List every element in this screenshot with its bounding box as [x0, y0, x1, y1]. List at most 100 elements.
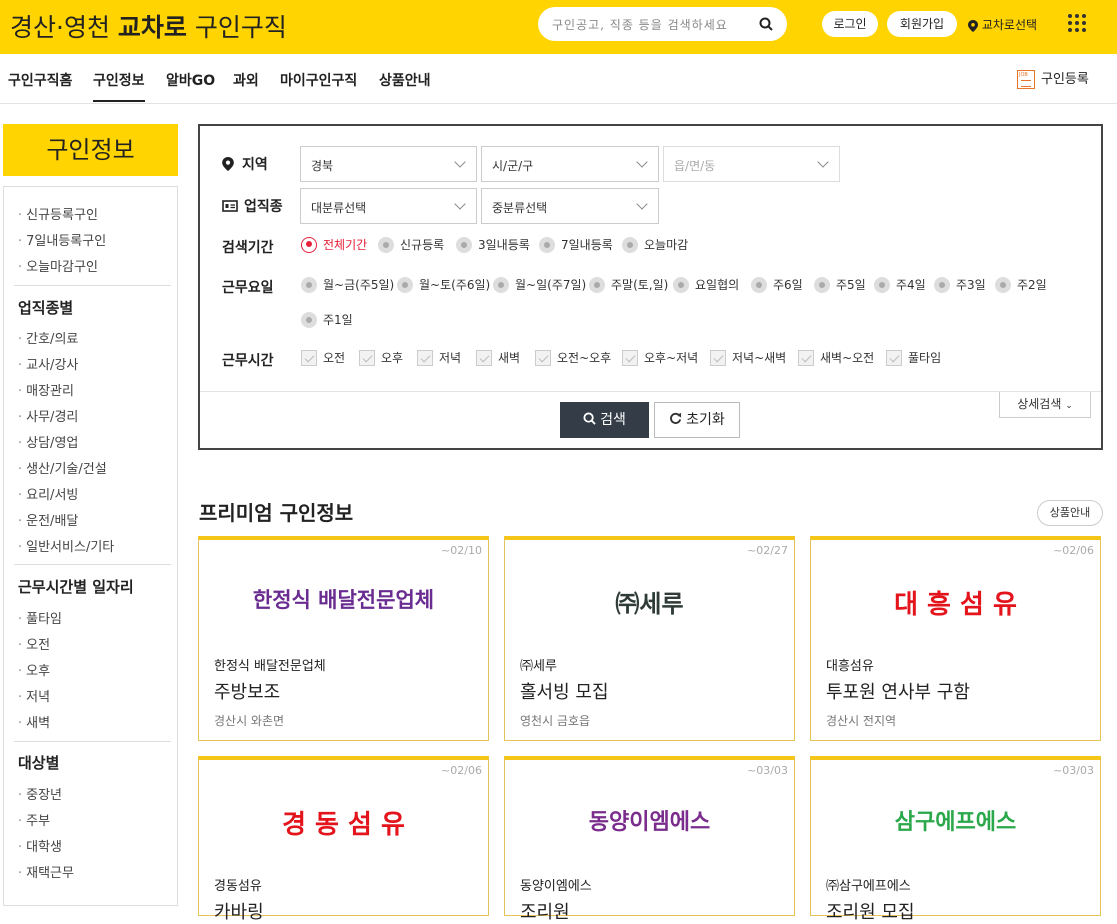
location-select[interactable]: 교차로선택 [968, 16, 1037, 33]
hours-checkbox[interactable]: 새벽~오전 [798, 349, 874, 367]
sidebar-item-cooking[interactable]: 요리/서빙 [18, 484, 78, 503]
sidebar-item-dawn[interactable]: 새벽 [18, 712, 50, 731]
days-option-label: 주2일 [1017, 278, 1047, 292]
card-job-title: 카바링 [214, 902, 264, 923]
job-minor-select[interactable]: 중분류선택 [481, 188, 659, 224]
search-button[interactable]: 검색 [560, 402, 649, 438]
days-radio[interactable]: 주5일 [814, 276, 866, 294]
region-city-select[interactable]: 시/군/구 [481, 146, 659, 182]
premium-job-card[interactable]: ~02/06 대 흥 섬 유 대흥섬유 투포원 연사부 구함 경산시 전지역 [810, 536, 1101, 741]
product-guide-button[interactable]: 상품안내 [1037, 500, 1103, 526]
days-radio[interactable]: 요일협의 [673, 276, 739, 294]
sidebar-item-fulltime[interactable]: 풀타임 [18, 608, 62, 627]
card-company: 한정식 배달전문업체 [214, 659, 326, 674]
job-major-value: 대분류선택 [311, 201, 367, 215]
card-company: 동양이엠에스 [520, 879, 592, 894]
premium-job-card[interactable]: ~02/10 한정식 배달전문업체 한정식 배달전문업체 주방보조 경산시 와촌… [198, 536, 489, 741]
card-company: ㈜삼구에프에스 [826, 879, 911, 894]
detail-search-button[interactable]: 상세검색 ⌄ [999, 392, 1091, 418]
nav-albago[interactable]: 알바GO [166, 70, 215, 90]
hours-checkbox[interactable]: 오후~저녁 [622, 349, 698, 367]
sidebar-item-today-close[interactable]: 오늘마감구인 [18, 256, 98, 275]
premium-job-card[interactable]: ~02/27 ㈜세루 ㈜세루 홀서빙 모집 영천시 금호읍 [504, 536, 795, 741]
card-job-title: 홀서빙 모집 [520, 682, 609, 703]
sidebar-title: 구인정보 [3, 124, 178, 176]
hours-checkbox[interactable]: 풀타임 [886, 349, 941, 367]
days-radio[interactable]: 주말(토,일) [589, 276, 668, 294]
period-option-label: 7일내등록 [561, 238, 613, 252]
days-option-label: 요일협의 [695, 278, 740, 292]
period-radio-all[interactable]: 전체기간 [301, 236, 367, 254]
nav-job-info[interactable]: 구인정보 [93, 70, 145, 102]
card-job-title: 주방보조 [214, 682, 281, 703]
hours-checkbox[interactable]: 오후 [359, 349, 403, 367]
days-radio[interactable]: 주3일 [934, 276, 986, 294]
period-radio-3days[interactable]: 3일내등록 [456, 236, 530, 254]
hours-checkbox[interactable]: 오전 [301, 349, 345, 367]
search-input[interactable]: 구인공고, 직종 등을 검색하세요 [538, 7, 787, 41]
search-icon[interactable] [759, 17, 773, 31]
checkbox-icon [710, 349, 726, 366]
days-radio[interactable]: 주2일 [995, 276, 1047, 294]
radio-icon [456, 236, 472, 253]
sidebar-item-new[interactable]: 신규등록구인 [18, 204, 98, 223]
hours-checkbox[interactable]: 오전~오후 [535, 349, 611, 367]
sidebar-item-service[interactable]: 일반서비스/기타 [18, 536, 114, 555]
days-label: 근무요일 [222, 280, 274, 296]
sidebar-item-medical[interactable]: 간호/의료 [18, 328, 78, 347]
chevron-down-icon [454, 156, 466, 168]
reset-button[interactable]: 초기화 [654, 402, 740, 438]
location-pin-icon [222, 157, 234, 171]
sidebar-item-7days[interactable]: 7일내등록구인 [18, 230, 106, 249]
sidebar-item-teacher[interactable]: 교사/강사 [18, 354, 78, 373]
site-logo[interactable]: 경산·영천 교차로 구인구직 [10, 8, 287, 44]
sidebar-item-production[interactable]: 생산/기술/건설 [18, 458, 107, 477]
days-radio[interactable]: 월~금(주5일) [301, 276, 394, 294]
region-province-select[interactable]: 경북 [300, 146, 477, 182]
signup-button[interactable]: 회원가입 [887, 11, 957, 37]
company-logo: ㈜세루 [615, 590, 684, 618]
card-area: 경산시 와촌면 [214, 714, 285, 728]
premium-job-card[interactable]: ~03/03 동양이엠에스 동양이엠에스 조리원 [504, 756, 795, 923]
period-radio-7days[interactable]: 7일내등록 [539, 236, 613, 254]
nav-products[interactable]: 상품안내 [379, 70, 431, 90]
days-radio[interactable]: 월~일(주7일) [493, 276, 586, 294]
nav-tutoring[interactable]: 과외 [233, 70, 259, 90]
search-button-label: 검색 [600, 412, 626, 428]
hours-checkbox[interactable]: 새벽 [476, 349, 520, 367]
sidebar-divider [14, 285, 171, 286]
sidebar-item-store[interactable]: 매장관리 [18, 380, 74, 399]
card-job-title: 조리원 모집 [826, 902, 915, 923]
sidebar-item-sales[interactable]: 상담/영업 [18, 432, 78, 451]
period-radio-new[interactable]: 신규등록 [378, 236, 444, 254]
sidebar-item-remote[interactable]: 재택근무 [18, 862, 74, 881]
job-register-button[interactable]: 구인등록 [1017, 68, 1089, 89]
region-town-select[interactable]: 읍/면/동 [663, 146, 840, 182]
premium-job-card[interactable]: ~03/03 삼구에프에스 ㈜삼구에프에스 조리원 모집 [810, 756, 1101, 923]
sidebar-item-office[interactable]: 사무/경리 [18, 406, 78, 425]
days-radio[interactable]: 주1일 [301, 311, 353, 329]
sidebar-item-middle-aged[interactable]: 중장년 [18, 784, 62, 803]
sidebar-item-driving[interactable]: 운전/배달 [18, 510, 78, 529]
hours-checkbox[interactable]: 저녁 [417, 349, 461, 367]
premium-job-card[interactable]: ~02/06 경 동 섬 유 경동섬유 카바링 [198, 756, 489, 923]
hours-label: 근무시간 [222, 353, 274, 369]
period-radio-today[interactable]: 오늘마감 [622, 236, 688, 254]
sidebar-item-evening[interactable]: 저녁 [18, 686, 50, 705]
hours-checkbox[interactable]: 저녁~새벽 [710, 349, 786, 367]
sidebar-item-afternoon[interactable]: 오후 [18, 660, 50, 679]
nav-home[interactable]: 구인구직홈 [8, 70, 72, 90]
nav-my-jobs[interactable]: 마이구인구직 [280, 70, 357, 90]
card-company: 경동섬유 [214, 879, 262, 894]
days-radio[interactable]: 주4일 [874, 276, 926, 294]
job-major-select[interactable]: 대분류선택 [300, 188, 477, 224]
all-menu-icon[interactable] [1068, 14, 1087, 33]
days-radio[interactable]: 월~토(주6일) [397, 276, 490, 294]
sidebar-item-morning[interactable]: 오전 [18, 634, 50, 653]
sidebar-item-student[interactable]: 대학생 [18, 836, 62, 855]
hours-option-label: 오전~오후 [557, 351, 612, 365]
login-button[interactable]: 로그인 [822, 11, 878, 37]
sidebar-item-housewife[interactable]: 주부 [18, 810, 50, 829]
days-radio[interactable]: 주6일 [751, 276, 803, 294]
card-job-title: 투포원 연사부 구함 [826, 682, 970, 703]
